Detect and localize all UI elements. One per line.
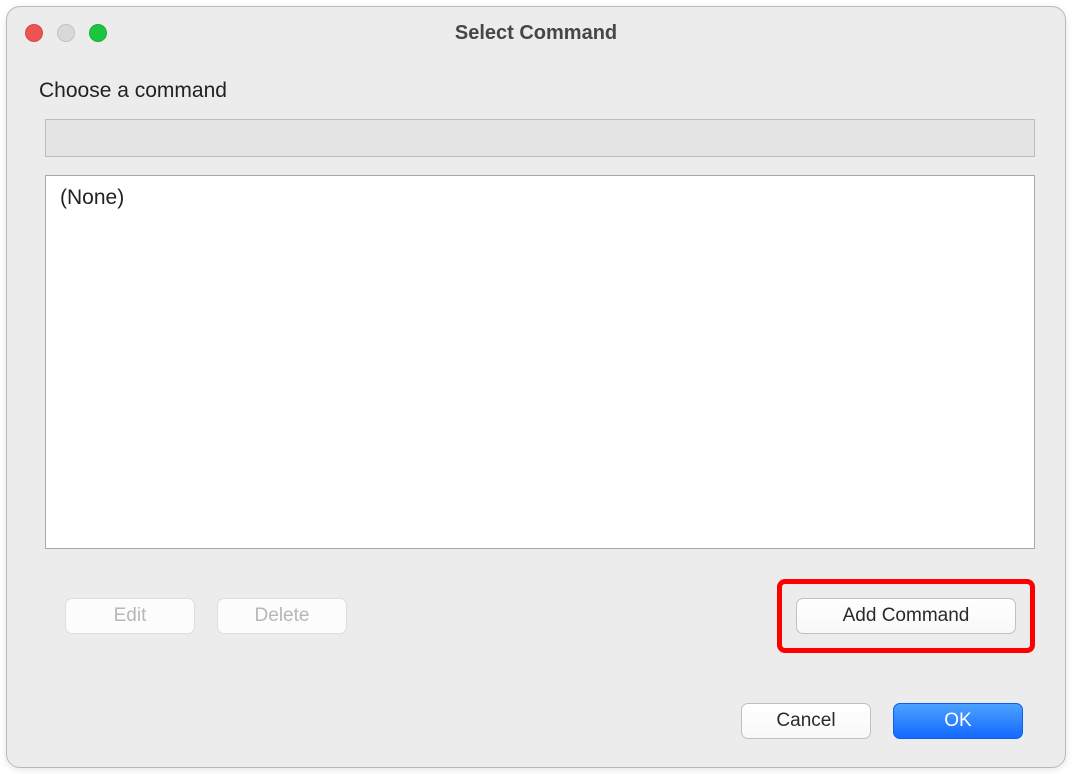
window-title: Select Command xyxy=(7,22,1065,45)
action-button-row: Edit Delete Add Command xyxy=(65,579,1035,653)
traffic-lights xyxy=(25,24,107,42)
highlight-annotation: Add Command xyxy=(777,579,1035,653)
selection-display xyxy=(45,119,1035,157)
maximize-icon[interactable] xyxy=(89,24,107,42)
dialog-footer: Cancel OK xyxy=(37,703,1035,747)
add-command-button[interactable]: Add Command xyxy=(796,598,1016,634)
ok-button[interactable]: OK xyxy=(893,703,1023,739)
edit-button: Edit xyxy=(65,598,195,634)
command-listbox[interactable]: (None) xyxy=(45,175,1035,549)
choose-command-label: Choose a command xyxy=(37,79,1035,103)
close-icon[interactable] xyxy=(25,24,43,42)
dialog-content: Choose a command (None) Edit Delete Add … xyxy=(7,59,1065,767)
cancel-button[interactable]: Cancel xyxy=(741,703,871,739)
dialog-window: Select Command Choose a command (None) E… xyxy=(6,6,1066,768)
titlebar: Select Command xyxy=(7,7,1065,59)
list-item[interactable]: (None) xyxy=(46,176,1034,220)
minimize-icon xyxy=(57,24,75,42)
delete-button: Delete xyxy=(217,598,347,634)
